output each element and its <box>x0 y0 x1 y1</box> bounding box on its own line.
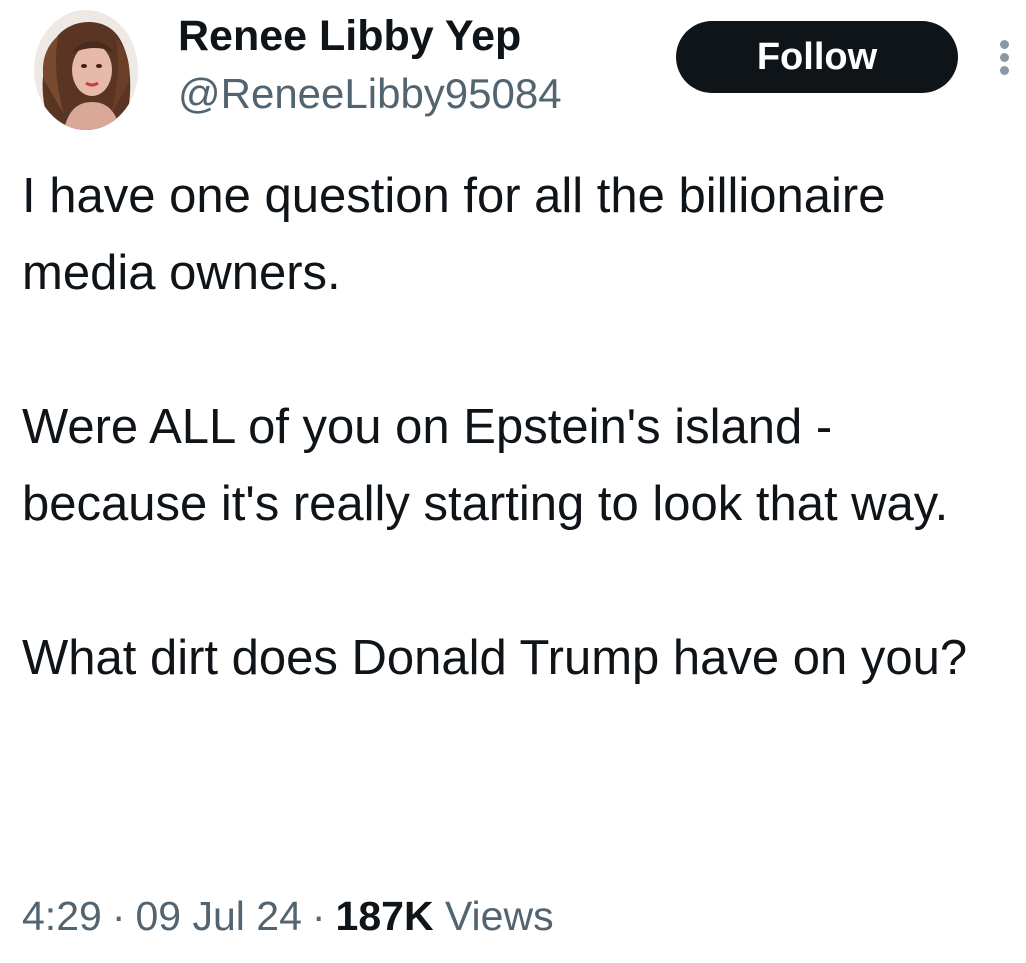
tweet-card: Renee Libby Yep @ReneeLibby95084 Follow … <box>0 0 1026 963</box>
tweet-time[interactable]: 4:29 <box>22 893 102 939</box>
more-vertical-icon[interactable] <box>996 38 1012 78</box>
author-display-name[interactable]: Renee Libby Yep <box>178 8 521 64</box>
meta-separator: · <box>311 893 326 939</box>
tweet-text: I have one question for all the billiona… <box>22 158 1012 697</box>
meta-separator: · <box>111 893 126 939</box>
tweet-date[interactable]: 09 Jul 24 <box>135 893 301 939</box>
tweet-paragraph: Were ALL of you on Epstein's island -bec… <box>22 400 949 531</box>
avatar-image <box>34 10 138 130</box>
views-count[interactable]: 187K <box>336 893 434 939</box>
avatar[interactable] <box>34 10 138 130</box>
tweet-meta: 4:29 · 09 Jul 24 · 187K Views <box>22 886 554 946</box>
tweet-paragraph: I have one question for all the billiona… <box>22 169 886 300</box>
follow-button[interactable]: Follow <box>676 21 958 93</box>
tweet-paragraph: What dirt does Donald Trump have on you? <box>22 631 968 685</box>
views-label: Views <box>444 893 554 939</box>
author-handle[interactable]: @ReneeLibby95084 <box>178 66 562 122</box>
